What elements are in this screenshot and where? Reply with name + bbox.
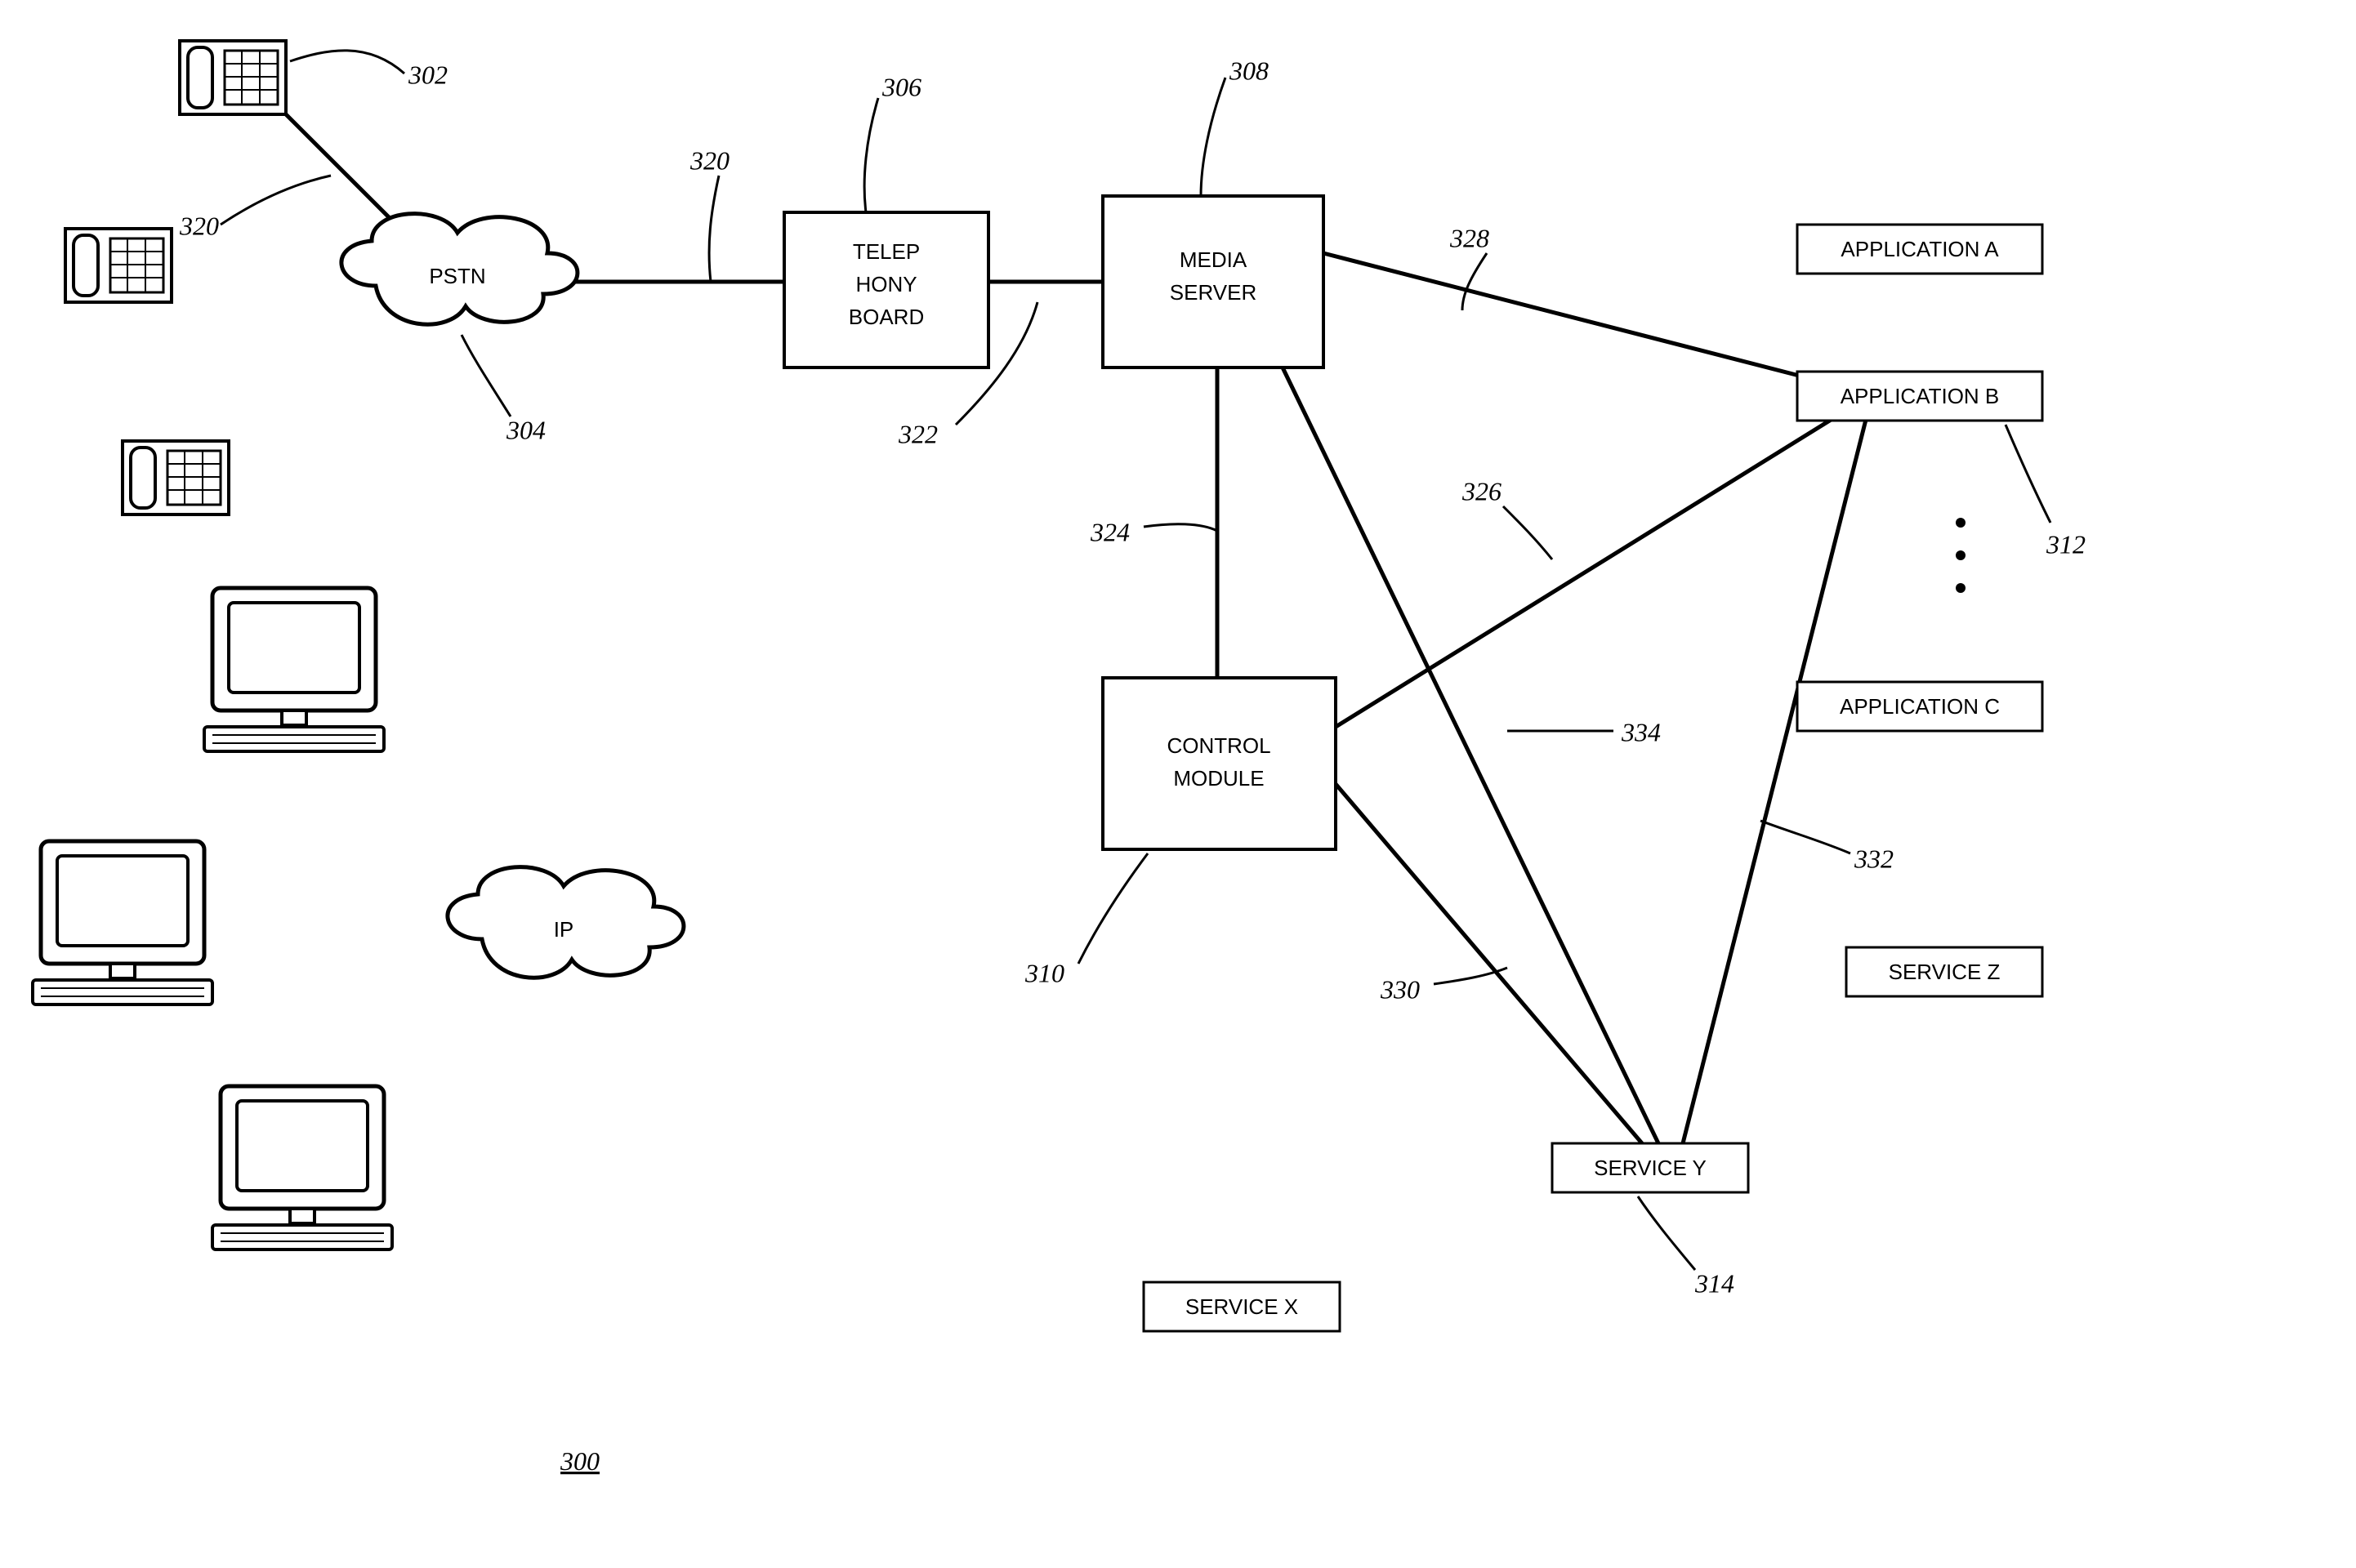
application-c-box: APPLICATION C (1797, 682, 2042, 731)
service-y-label: SERVICE Y (1594, 1156, 1707, 1180)
edge-control-appb (1336, 400, 1863, 727)
service-x-box: SERVICE X (1144, 1282, 1340, 1331)
diagram-canvas: PSTN IP TELEP HONY BOARD MEDIA SERVER CO… (0, 0, 2356, 1568)
edge-appb-servicey (1683, 416, 1867, 1143)
application-b-label: APPLICATION B (1841, 384, 2000, 408)
telephone-icon (65, 229, 172, 302)
service-x-label: SERVICE X (1185, 1294, 1298, 1319)
ref-310: 310 (1024, 958, 1064, 987)
ref-334: 334 (1621, 717, 1661, 746)
leader-328 (1462, 253, 1487, 310)
leader-314 (1638, 1196, 1695, 1270)
leader-320a (221, 176, 331, 225)
leader-332 (1760, 821, 1850, 853)
media-server-l1: MEDIA (1180, 247, 1247, 272)
ref-304: 304 (506, 415, 546, 444)
pstn-cloud: PSTN (341, 214, 578, 325)
ref-332: 332 (1854, 844, 1894, 873)
leader-306 (864, 98, 878, 212)
ip-cloud: IP (448, 867, 684, 978)
service-y-box: SERVICE Y (1552, 1143, 1748, 1192)
leader-304 (462, 335, 511, 416)
computer-icon (33, 841, 212, 1004)
ref-320a: 320 (179, 211, 219, 240)
leader-326 (1503, 506, 1552, 559)
computer-icon (212, 1086, 392, 1250)
control-module-box: CONTROL MODULE (1103, 678, 1336, 849)
ellipsis-dots (1956, 518, 1966, 593)
ref-324: 324 (1090, 517, 1130, 546)
service-z-box: SERVICE Z (1846, 947, 2042, 996)
ref-314: 314 (1694, 1268, 1734, 1298)
telephony-board-l1: TELEP (853, 239, 920, 264)
telephony-board-box: TELEP HONY BOARD (784, 212, 988, 368)
leader-320b (709, 176, 719, 282)
control-module-l1: CONTROL (1167, 733, 1270, 758)
leader-310 (1078, 853, 1148, 964)
telephone-icon (180, 41, 286, 114)
application-a-box: APPLICATION A (1797, 225, 2042, 274)
leader-312 (2006, 425, 2050, 523)
ref-322: 322 (898, 419, 938, 448)
application-a-label: APPLICATION A (1841, 237, 1999, 261)
media-server-box: MEDIA SERVER (1103, 196, 1323, 368)
ref-312: 312 (2046, 529, 2086, 559)
service-z-label: SERVICE Z (1889, 960, 2001, 984)
ref-320b: 320 (689, 145, 730, 175)
leader-324 (1144, 524, 1217, 531)
ref-300: 300 (560, 1446, 600, 1476)
telephony-board-l3: BOARD (849, 305, 924, 329)
ip-label: IP (554, 917, 574, 942)
pstn-label: PSTN (429, 264, 485, 288)
ref-306: 306 (881, 72, 921, 101)
ref-328: 328 (1449, 223, 1489, 252)
computer-icon (204, 588, 384, 751)
telephone-icon (123, 441, 229, 514)
media-server-l2: SERVER (1170, 280, 1256, 305)
leader-308 (1201, 78, 1225, 196)
ref-302: 302 (408, 60, 448, 89)
control-module-l2: MODULE (1173, 766, 1264, 791)
ref-308: 308 (1229, 56, 1269, 85)
application-c-label: APPLICATION C (1840, 694, 2000, 719)
application-b-box: APPLICATION B (1797, 372, 2042, 421)
leader-302 (290, 51, 404, 74)
telephony-board-l2: HONY (855, 272, 917, 296)
ref-326: 326 (1461, 476, 1502, 506)
ref-330: 330 (1380, 974, 1420, 1004)
edge-media-appb (1323, 253, 1863, 392)
edge-control-servicey (1336, 784, 1642, 1143)
